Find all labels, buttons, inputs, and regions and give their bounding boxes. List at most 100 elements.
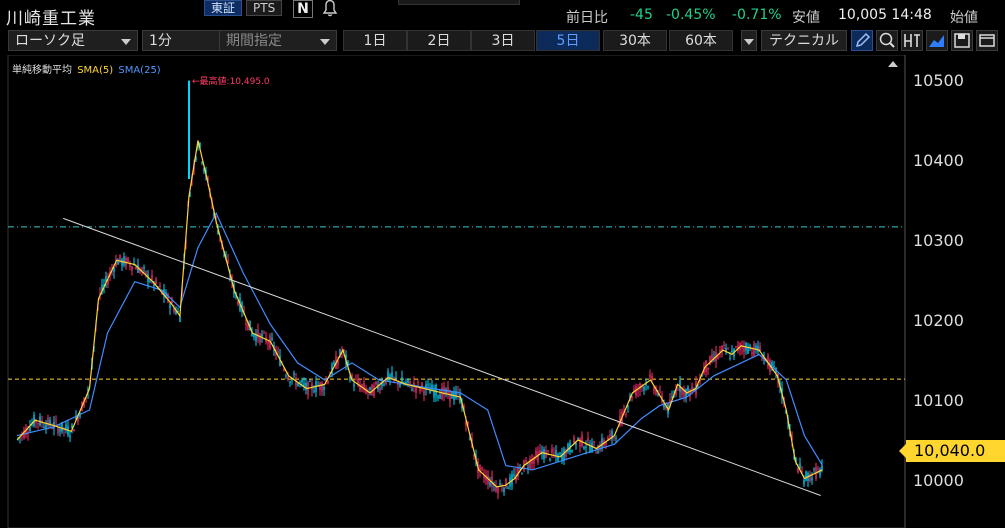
- symbol-search-input[interactable]: [398, 0, 520, 5]
- range-tab-60bars[interactable]: 60本: [669, 30, 733, 51]
- candle-body: [369, 386, 371, 390]
- candle-body: [543, 449, 545, 459]
- candle-body: [73, 429, 75, 432]
- candle-body: [595, 452, 597, 454]
- candle-body: [811, 477, 813, 481]
- range-tab-1d[interactable]: 1日: [343, 30, 407, 51]
- candle-body: [537, 451, 539, 463]
- candle-body: [501, 489, 503, 491]
- candle-body: [395, 377, 397, 379]
- current-price-label: 10,040.0: [899, 440, 1005, 462]
- low-price-time: 10,005 14:48: [838, 7, 932, 23]
- candle-body: [227, 260, 229, 263]
- candle-body: [505, 478, 507, 488]
- candle-body: [69, 435, 71, 438]
- prev-day-label: 前日比: [566, 10, 608, 26]
- candle-body: [805, 471, 807, 481]
- candle-body: [507, 487, 509, 489]
- candle-body: [303, 383, 305, 386]
- candle-body: [729, 357, 731, 359]
- candle-body: [435, 385, 437, 396]
- candle-body: [271, 337, 273, 340]
- output-icon[interactable]: [901, 30, 923, 51]
- candle-body: [761, 359, 763, 361]
- candle-body: [659, 388, 661, 390]
- exchange-tab-tse[interactable]: 東証: [204, 0, 243, 16]
- candle-body: [647, 386, 649, 388]
- candle-body: [301, 380, 303, 383]
- candle-body: [725, 348, 727, 352]
- exchange-tab-pts[interactable]: PTS: [246, 0, 283, 16]
- candle-body: [201, 162, 203, 164]
- candle-body: [71, 424, 73, 428]
- candle-body: [719, 350, 721, 352]
- news-flag-icon[interactable]: N: [293, 0, 313, 18]
- range-more-select[interactable]: [741, 30, 757, 51]
- candle-body: [411, 388, 413, 391]
- candle-body: [127, 257, 129, 263]
- candle-body: [267, 341, 269, 344]
- candle-body: [583, 446, 585, 449]
- candle-body: [159, 285, 161, 287]
- zoom-icon[interactable]: [876, 30, 898, 51]
- candle-body: [51, 428, 53, 430]
- candle-body: [571, 449, 573, 453]
- plot-frame: [7, 55, 906, 528]
- candle-body: [551, 448, 553, 454]
- candle-body: [691, 385, 693, 390]
- candle-body: [43, 426, 45, 428]
- collapse-arrow-icon[interactable]: [888, 61, 898, 67]
- candle-body: [149, 281, 151, 283]
- y-tick-label: 10300: [913, 231, 964, 250]
- chart-type-select[interactable]: ローソク足: [8, 30, 138, 51]
- candle-body: [287, 376, 289, 381]
- candle-body: [651, 375, 653, 381]
- candle-body: [497, 486, 499, 494]
- range-tab-5d[interactable]: 5日: [536, 30, 600, 51]
- candle-body: [419, 388, 421, 392]
- candle-body: [119, 254, 121, 261]
- candle-body: [735, 346, 737, 348]
- candle-body: [575, 443, 577, 446]
- candle-body: [135, 267, 137, 270]
- legend-sma25: SMA(25): [118, 65, 161, 76]
- price-chart[interactable]: 単純移動平均 SMA(5) SMA(25) ←最高値:10,495.0 1050…: [0, 55, 1005, 528]
- candle-body: [55, 420, 57, 422]
- chart-canvas[interactable]: [0, 55, 1005, 528]
- candle-body: [373, 385, 375, 396]
- candle-body: [387, 371, 389, 381]
- candle-body: [299, 381, 301, 383]
- candle-body: [593, 440, 595, 443]
- range-tab-3d[interactable]: 3日: [471, 30, 535, 51]
- candle-body: [323, 387, 325, 390]
- period-select[interactable]: 期間指定: [219, 30, 337, 51]
- save-icon[interactable]: [951, 30, 973, 51]
- change-value: -45: [630, 7, 653, 23]
- candle-body: [379, 387, 381, 391]
- candle-body: [399, 384, 401, 386]
- candle-body: [37, 423, 39, 425]
- candle-body: [643, 386, 645, 391]
- candle-body: [717, 356, 719, 359]
- technical-button[interactable]: テクニカル: [761, 30, 847, 51]
- candle-body: [549, 458, 551, 460]
- candle-body: [731, 350, 733, 353]
- candle-body: [589, 445, 591, 452]
- candle-body: [481, 467, 483, 470]
- candle-body: [375, 381, 377, 385]
- low-change-percent: -0.71%: [732, 7, 782, 23]
- pen-icon[interactable]: [851, 30, 873, 51]
- area-chart-icon[interactable]: [926, 30, 948, 51]
- candle-body: [169, 304, 171, 309]
- window-icon[interactable]: [976, 30, 998, 51]
- candle-body: [609, 434, 611, 437]
- candle-body: [819, 468, 821, 476]
- change-percent: -0.45%: [666, 7, 716, 23]
- candle-body: [123, 256, 125, 265]
- candle-body: [423, 390, 425, 396]
- chart-type-value: ローソク足: [15, 33, 85, 49]
- candle-body: [579, 437, 581, 447]
- range-tab-2d[interactable]: 2日: [407, 30, 471, 51]
- bell-icon[interactable]: [318, 0, 342, 17]
- range-tab-30bars[interactable]: 30本: [603, 30, 667, 51]
